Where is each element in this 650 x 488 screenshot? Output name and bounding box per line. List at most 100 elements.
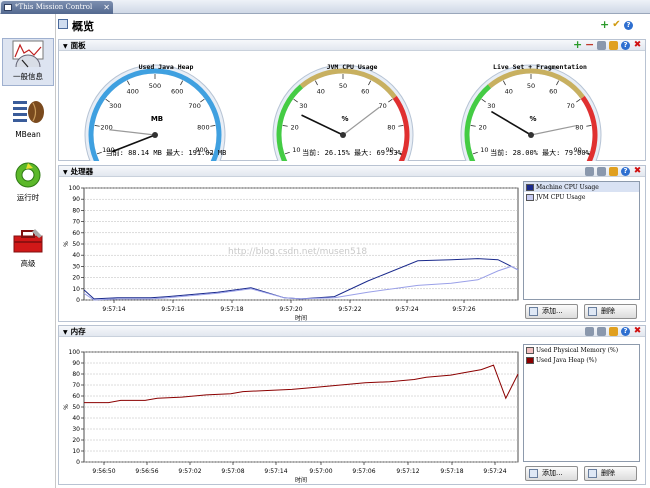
sidebar-item-label: 一般信息 xyxy=(13,72,43,81)
processor-header[interactable]: ▼ 处理器 ? ✖ xyxy=(59,166,645,177)
editor-tab[interactable]: *This Mission Control ✕ xyxy=(1,1,113,14)
y-tick-label: 50 xyxy=(72,404,80,411)
add-icon[interactable]: + xyxy=(600,19,609,30)
settings-icon[interactable] xyxy=(609,41,618,50)
export-icon[interactable] xyxy=(597,327,606,336)
help-icon[interactable]: ? xyxy=(621,41,630,50)
legend-item[interactable]: Used Java Heap (%) xyxy=(524,355,639,365)
processor-add-button[interactable]: 添加... xyxy=(525,304,578,319)
sidebar: 一般信息 MBean 运行时 高级 xyxy=(0,14,56,488)
close-icon[interactable]: ✖ xyxy=(633,327,642,336)
gauge-tick-label: 50 xyxy=(527,82,535,90)
checkmark-icon[interactable]: ✔ xyxy=(612,20,621,30)
x-tick-label: 9:57:18 xyxy=(220,306,243,313)
memory-toolbar: ? ✖ xyxy=(585,327,642,336)
console-icon xyxy=(4,4,12,11)
dashboard-header[interactable]: ▼ 面板 + − ? ✖ xyxy=(59,39,645,51)
y-tick-label: 30 xyxy=(72,426,80,433)
help-icon[interactable]: ? xyxy=(621,167,630,176)
collapse-icon[interactable]: ▼ xyxy=(63,43,68,50)
legend-label: Machine CPU Usage xyxy=(536,183,599,191)
y-tick-label: 10 xyxy=(72,286,80,293)
mbean-icon xyxy=(13,101,44,123)
y-tick-label: 70 xyxy=(72,382,80,389)
gauge: 0102030405060708090100% xyxy=(460,64,602,161)
processor-title: 处理器 xyxy=(70,167,94,176)
gauge-tick-label: 500 xyxy=(149,82,161,90)
gauge-tick-label: 20 xyxy=(290,123,298,131)
pin-icon[interactable] xyxy=(585,167,594,176)
watermark: http://blog.csdn.net/musen518 xyxy=(228,247,367,257)
gauge: 0102030405060708090100% xyxy=(272,64,414,161)
gauge-tick-label: 40 xyxy=(317,87,325,95)
editor-tab-title: *This Mission Control xyxy=(15,3,93,11)
gauge-reading: 当前: 28.00% 最大: 79.00% xyxy=(490,149,590,157)
memory-header[interactable]: ▼ 内存 ? ✖ xyxy=(59,326,645,337)
export-icon[interactable] xyxy=(597,167,606,176)
gauge-title: Used Java Heap xyxy=(138,63,194,71)
sidebar-item-advanced[interactable]: 高级 xyxy=(2,226,54,272)
add-icon[interactable]: + xyxy=(573,39,582,50)
processor-legend: Machine CPU Usage JVM CPU Usage xyxy=(523,181,640,300)
sidebar-item-mbean[interactable]: MBean xyxy=(2,98,54,144)
toolbox-icon xyxy=(13,229,43,253)
legend-label: Used Physical Memory (%) xyxy=(536,346,619,354)
x-tick-label: 9:57:24 xyxy=(483,468,506,475)
sidebar-item-runtime[interactable]: 运行时 xyxy=(2,160,54,206)
memory-delete-button[interactable]: 删除 xyxy=(584,466,637,481)
x-tick-label: 9:57:08 xyxy=(221,468,244,475)
help-icon[interactable]: ? xyxy=(624,21,633,30)
page-title: 概览 xyxy=(72,20,94,33)
settings-icon[interactable] xyxy=(609,327,618,336)
close-icon[interactable]: ✖ xyxy=(633,41,642,50)
gauge-title: JVM CPU Usage xyxy=(326,63,378,71)
collapse-icon[interactable]: ▼ xyxy=(63,329,68,336)
y-tick-label: 50 xyxy=(72,241,80,248)
pin-icon[interactable] xyxy=(585,327,594,336)
gauge-tick-label: 70 xyxy=(567,102,575,110)
legend-item[interactable]: JVM CPU Usage xyxy=(524,192,639,202)
legend-label: JVM CPU Usage xyxy=(536,193,586,201)
x-tick-label: 9:56:50 xyxy=(92,468,115,475)
y-tick-label: 20 xyxy=(72,275,80,282)
x-tick-label: 9:57:14 xyxy=(264,468,287,475)
processor-delete-button[interactable]: 删除 xyxy=(584,304,637,319)
y-tick-label: 80 xyxy=(72,207,80,214)
collapse-icon[interactable]: ▼ xyxy=(63,169,68,176)
pin-icon[interactable] xyxy=(597,41,606,50)
y-tick-label: 10 xyxy=(72,448,80,455)
gauge-tick-label: 50 xyxy=(339,82,347,90)
legend-item[interactable]: Used Physical Memory (%) xyxy=(524,345,639,355)
settings-icon[interactable] xyxy=(609,167,618,176)
y-tick-label: 60 xyxy=(72,230,80,237)
gauge-tick-label: 80 xyxy=(575,123,583,131)
processor-chart[interactable]: 0 10 20 30 40 50 60 70 80 90 100 9:57:14 9:57:16 9:57… xyxy=(58,178,520,322)
x-axis-label: 时间 xyxy=(295,314,307,322)
x-tick-label: 9:57:00 xyxy=(309,468,332,475)
dashboard-toolbar: + − ? ✖ xyxy=(573,39,642,50)
gauge-tick-label: 600 xyxy=(171,87,183,95)
x-tick-label: 9:57:18 xyxy=(440,468,463,475)
memory-chart[interactable]: 0 10 20 30 40 50 60 70 80 90 100 9:56:50 9:56:56 9:57… xyxy=(58,338,520,484)
gauge-unit: % xyxy=(341,115,348,123)
gauge-tick-label: 30 xyxy=(487,102,495,110)
gauge-title: Live Set + Fragmentation xyxy=(493,63,587,71)
y-tick-label: 0 xyxy=(76,297,80,304)
y-tick-label: 90 xyxy=(72,360,80,367)
gauge-tick-label: 400 xyxy=(127,87,139,95)
x-tick-label: 9:57:02 xyxy=(178,468,201,475)
y-tick-label: 60 xyxy=(72,393,80,400)
gauge-reading: 当前: 88.14 MB 最大: 191.02 MB xyxy=(105,149,227,157)
help-icon[interactable]: ? xyxy=(621,327,630,336)
legend-item[interactable]: Machine CPU Usage xyxy=(524,182,639,192)
button-label: 删除 xyxy=(601,469,615,477)
close-icon[interactable]: ✖ xyxy=(633,167,642,176)
y-tick-label: 70 xyxy=(72,219,80,226)
x-tick-label: 9:57:22 xyxy=(338,306,361,313)
gauge-reading: 当前: 26.15% 最大: 69.53% xyxy=(302,149,402,157)
memory-add-button[interactable]: 添加... xyxy=(525,466,578,481)
gauge-tick-label: 80 xyxy=(387,123,395,131)
close-tab-icon[interactable]: ✕ xyxy=(103,1,110,14)
sidebar-item-general[interactable]: 一般信息 xyxy=(2,38,54,86)
remove-icon[interactable]: − xyxy=(585,39,594,50)
